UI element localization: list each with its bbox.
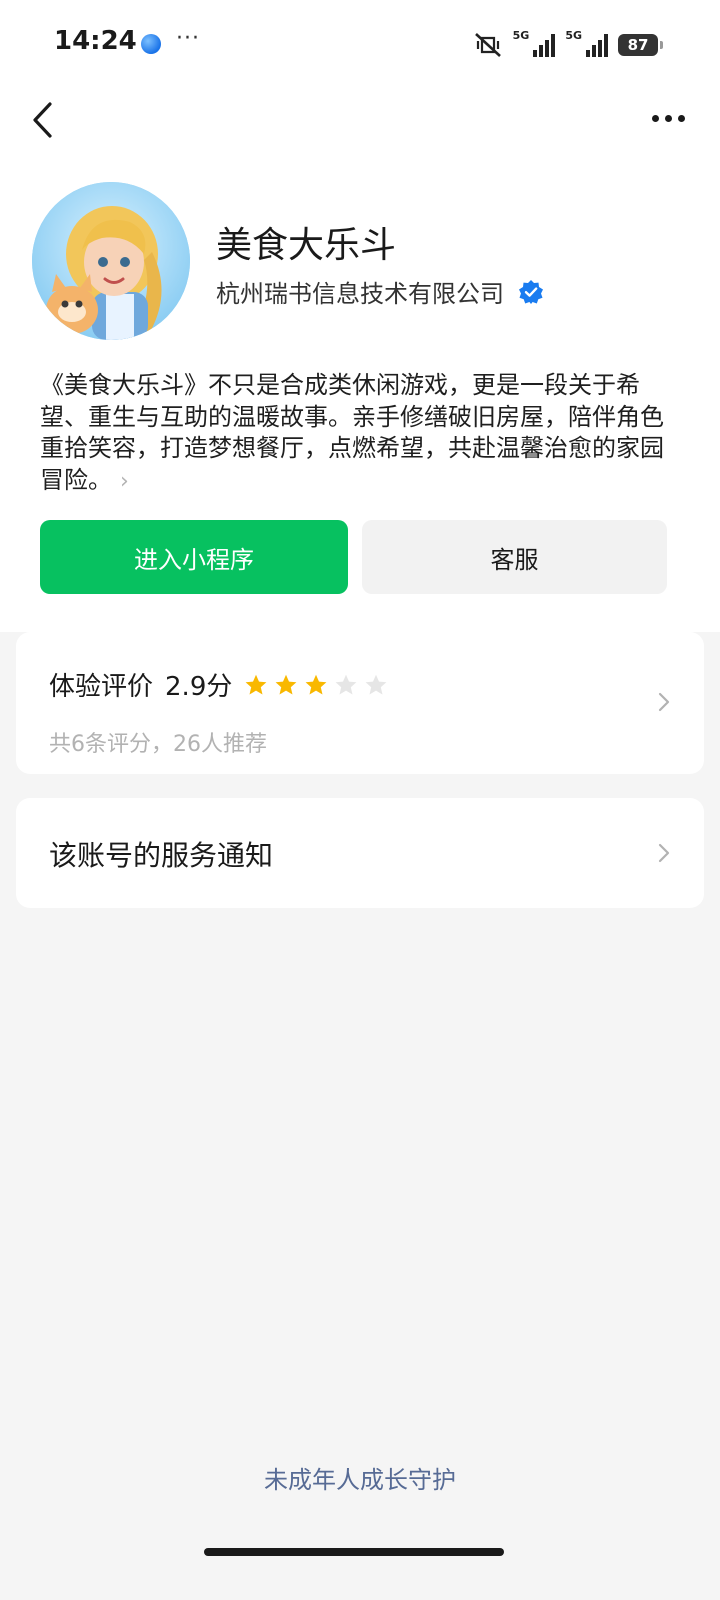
chevron-right-icon bbox=[658, 692, 670, 712]
rating-stars bbox=[244, 673, 388, 697]
signal-strength-icon-2 bbox=[586, 33, 608, 57]
rating-title: 体验评价 bbox=[49, 672, 154, 702]
mute-vibrate-icon bbox=[474, 33, 501, 57]
more-dot bbox=[677, 114, 685, 122]
customer-service-button[interactable]: 客服 bbox=[362, 520, 667, 594]
avatar-illustration bbox=[32, 182, 190, 340]
verified-badge-icon bbox=[519, 279, 543, 304]
battery-icon: 87 bbox=[618, 34, 663, 56]
company-row[interactable]: 杭州瑞书信息技术有限公司 bbox=[216, 274, 544, 309]
service-notice-card[interactable]: 该账号的服务通知 bbox=[16, 798, 704, 908]
browser-notification-icon bbox=[141, 34, 161, 54]
chevron-left-icon bbox=[33, 102, 52, 138]
network-type-2: 5G bbox=[565, 28, 582, 42]
rating-header: 体验评价 2.9分 bbox=[49, 666, 388, 703]
company-name: 杭州瑞书信息技术有限公司 bbox=[216, 280, 504, 308]
star-empty-icon bbox=[365, 674, 387, 694]
status-more-dots: ··· bbox=[176, 26, 200, 51]
status-time: 14:24 bbox=[54, 26, 137, 56]
chevron-right-icon: › bbox=[120, 468, 129, 494]
star-filled-icon bbox=[275, 674, 297, 694]
enter-mini-program-button[interactable]: 进入小程序 bbox=[40, 520, 348, 594]
more-dot bbox=[664, 114, 672, 122]
chevron-right-icon bbox=[658, 843, 670, 863]
network-type-1: 5G bbox=[512, 28, 530, 42]
star-filled-icon bbox=[245, 674, 267, 694]
app-name: 美食大乐斗 bbox=[216, 225, 397, 266]
rating-score: 2.9分 bbox=[165, 672, 233, 702]
status-indicators: 5G 5G 87 bbox=[473, 28, 663, 62]
star-filled-icon bbox=[305, 674, 327, 694]
signal-strength-icon-1 bbox=[533, 33, 556, 57]
rating-summary: 共6条评分，26人推荐 bbox=[49, 732, 267, 757]
home-indicator[interactable] bbox=[204, 1548, 504, 1556]
app-avatar bbox=[32, 182, 190, 340]
star-empty-icon bbox=[335, 674, 357, 694]
battery-level: 87 bbox=[627, 36, 649, 54]
app-description-text: 《美食大乐斗》不只是合成类休闲游戏，更是一段关于希望、重生与互助的温暖故事。亲手… bbox=[40, 371, 664, 494]
app-description[interactable]: 《美食大乐斗》不只是合成类休闲游戏，更是一段关于希望、重生与互助的温暖故事。亲手… bbox=[40, 370, 680, 497]
more-dot bbox=[651, 114, 659, 122]
rating-card[interactable]: 体验评价 2.9分 共6条评分，26人推荐 bbox=[16, 632, 704, 774]
minor-protection-link[interactable]: 未成年人成长守护 bbox=[0, 1460, 720, 1495]
back-button[interactable] bbox=[26, 96, 66, 144]
service-notice-title: 该账号的服务通知 bbox=[49, 839, 274, 872]
more-button[interactable] bbox=[642, 100, 694, 136]
